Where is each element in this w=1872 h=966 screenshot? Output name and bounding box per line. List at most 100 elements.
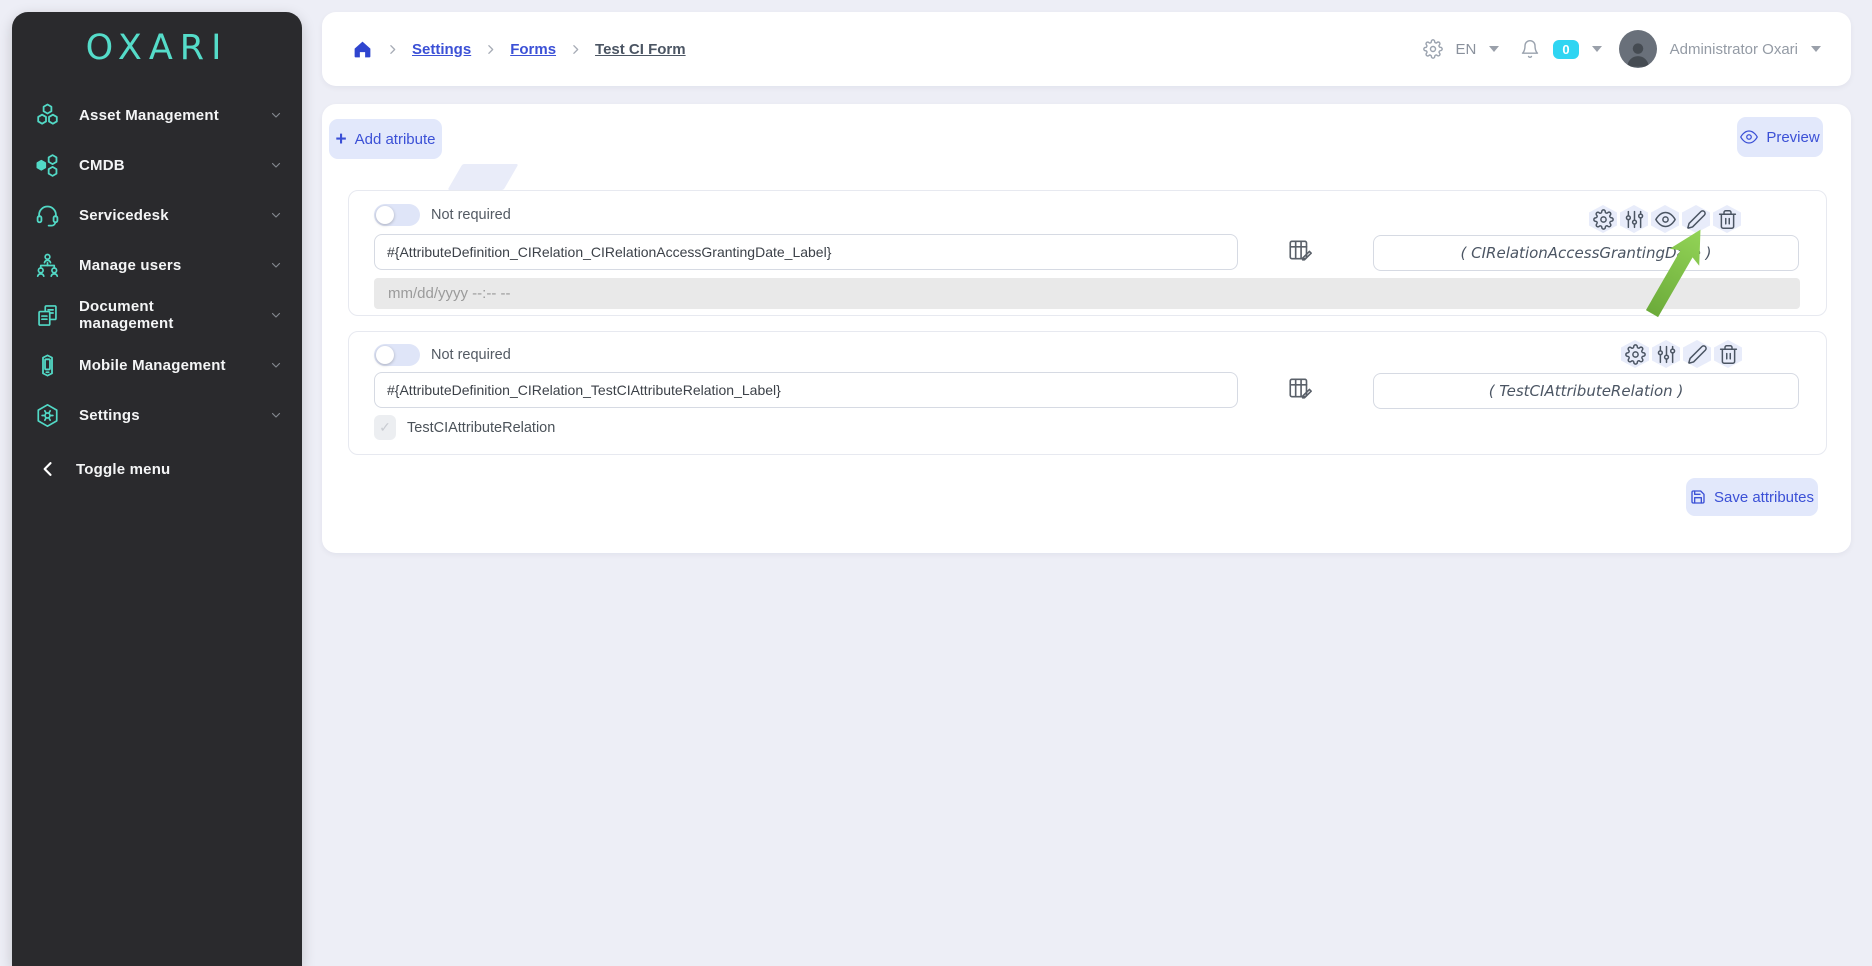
cmdb-icon <box>34 152 61 179</box>
sidebar-item-label: Manage users <box>79 257 181 274</box>
attribute-delete-button[interactable] <box>1714 340 1742 368</box>
home-icon[interactable] <box>352 39 373 60</box>
notification-count-badge: 0 <box>1553 40 1578 59</box>
required-label: Not required <box>431 204 511 226</box>
documents-icon <box>34 302 61 329</box>
sidebar-item-manage-users[interactable]: Manage users <box>12 240 302 290</box>
attribute-edit-button[interactable] <box>1682 205 1710 233</box>
breadcrumb-forms-link[interactable]: Forms <box>510 41 556 58</box>
attribute-actions <box>1589 205 1741 233</box>
users-org-icon <box>34 252 61 279</box>
bell-icon[interactable] <box>1520 39 1540 59</box>
sidebar-item-label: CMDB <box>79 157 125 174</box>
chevron-down-icon <box>270 209 282 221</box>
sidebar-item-servicedesk[interactable]: Servicedesk <box>12 190 302 240</box>
breadcrumb-current-page[interactable]: Test CI Form <box>595 41 686 58</box>
toggle-knob <box>376 206 394 224</box>
attribute-options-button[interactable] <box>1620 205 1648 233</box>
gear-hexagon-icon <box>34 402 61 429</box>
chevron-down-icon <box>270 359 282 371</box>
attribute-label-input[interactable] <box>374 234 1238 270</box>
chevron-left-icon <box>38 459 58 479</box>
chevron-right-icon <box>484 43 497 56</box>
required-label: Not required <box>431 344 511 366</box>
oxari-logo: OXARI <box>12 12 302 84</box>
sliders-icon <box>1656 344 1677 365</box>
sidebar-item-asset-management[interactable]: Asset Management <box>12 90 302 140</box>
mobile-phone-icon <box>34 352 61 379</box>
add-attribute-button[interactable]: + Add atribute <box>329 119 442 159</box>
save-icon <box>1690 489 1706 505</box>
header-actions: EN 0 Administrator Oxari <box>1423 30 1821 68</box>
save-attributes-label: Save attributes <box>1714 489 1814 506</box>
chevron-down-icon[interactable] <box>1489 46 1499 52</box>
attribute-delete-button[interactable] <box>1713 205 1741 233</box>
sidebar-item-document-management[interactable]: Document management <box>12 290 302 340</box>
save-attributes-button[interactable]: Save attributes <box>1686 478 1818 516</box>
date-field[interactable] <box>374 278 1800 309</box>
attribute-edit-button[interactable] <box>1683 340 1711 368</box>
sidebar-item-label: Mobile Management <box>79 357 226 374</box>
asset-management-icon <box>34 102 61 129</box>
breadcrumb-settings-link[interactable]: Settings <box>412 41 471 58</box>
headset-icon <box>34 202 61 229</box>
sidebar-menu: Asset Management CMDB Servicedesk Manage… <box>12 90 302 494</box>
table-edit-icon[interactable] <box>1287 375 1313 401</box>
plus-icon: + <box>336 130 347 149</box>
relation-checkbox[interactable]: ✓ <box>374 415 396 440</box>
decorative-shape <box>447 164 518 190</box>
pencil-icon <box>1686 209 1707 230</box>
chevron-right-icon <box>569 43 582 56</box>
attribute-name-input[interactable] <box>1373 235 1799 271</box>
toggle-knob <box>376 346 394 364</box>
attribute-settings-button[interactable] <box>1621 340 1649 368</box>
attribute-name-input[interactable] <box>1373 373 1799 409</box>
breadcrumb: Settings Forms Test CI Form <box>352 39 686 60</box>
required-toggle[interactable] <box>374 344 420 366</box>
header-bar: Settings Forms Test CI Form EN 0 Adminis… <box>322 12 1851 86</box>
toggle-menu-button[interactable]: Toggle menu <box>12 444 302 494</box>
chevron-down-icon <box>270 409 282 421</box>
toggle-menu-label: Toggle menu <box>76 461 170 478</box>
gear-icon <box>1625 344 1646 365</box>
attribute-label-input[interactable] <box>374 372 1238 408</box>
sidebar-item-settings[interactable]: Settings <box>12 390 302 440</box>
gear-icon[interactable] <box>1423 39 1443 59</box>
user-menu[interactable]: Administrator Oxari <box>1670 41 1798 58</box>
gear-icon <box>1593 209 1614 230</box>
sliders-icon <box>1624 209 1645 230</box>
chevron-right-icon <box>386 43 399 56</box>
trash-icon <box>1718 344 1739 365</box>
add-attribute-label: Add atribute <box>355 131 436 148</box>
language-selector[interactable]: EN <box>1456 41 1477 58</box>
chevron-down-icon <box>270 309 282 321</box>
preview-button[interactable]: Preview <box>1737 117 1823 157</box>
sidebar-item-label: Servicedesk <box>79 207 169 224</box>
attribute-options-button[interactable] <box>1652 340 1680 368</box>
chevron-down-icon[interactable] <box>1811 46 1821 52</box>
sidebar: OXARI Asset Management CMDB Servicedesk … <box>12 12 302 966</box>
app-screen: OXARI Asset Management CMDB Servicedesk … <box>0 0 1872 966</box>
attribute-card-relation: Not required ✓ TestCIAttributeRelation <box>348 331 1827 455</box>
form-attributes-panel: + Add atribute Preview Not required <box>322 104 1851 553</box>
attribute-actions <box>1621 340 1742 368</box>
chevron-down-icon <box>270 259 282 271</box>
sidebar-item-cmdb[interactable]: CMDB <box>12 140 302 190</box>
sidebar-item-label: Asset Management <box>79 107 219 124</box>
relation-checkbox-label: TestCIAttributeRelation <box>407 415 555 440</box>
pencil-icon <box>1687 344 1708 365</box>
sidebar-item-label: Document management <box>79 298 252 332</box>
sidebar-item-mobile-management[interactable]: Mobile Management <box>12 340 302 390</box>
required-toggle[interactable] <box>374 204 420 226</box>
attribute-visibility-button[interactable] <box>1651 205 1679 233</box>
eye-icon <box>1740 128 1758 146</box>
chevron-down-icon[interactable] <box>1592 46 1602 52</box>
table-edit-icon[interactable] <box>1287 237 1313 263</box>
avatar[interactable] <box>1619 30 1657 68</box>
attribute-card-date: Not required <box>348 190 1827 316</box>
attribute-settings-button[interactable] <box>1589 205 1617 233</box>
sidebar-item-label: Settings <box>79 407 140 424</box>
trash-icon <box>1717 209 1738 230</box>
preview-label: Preview <box>1766 129 1819 146</box>
chevron-down-icon <box>270 109 282 121</box>
